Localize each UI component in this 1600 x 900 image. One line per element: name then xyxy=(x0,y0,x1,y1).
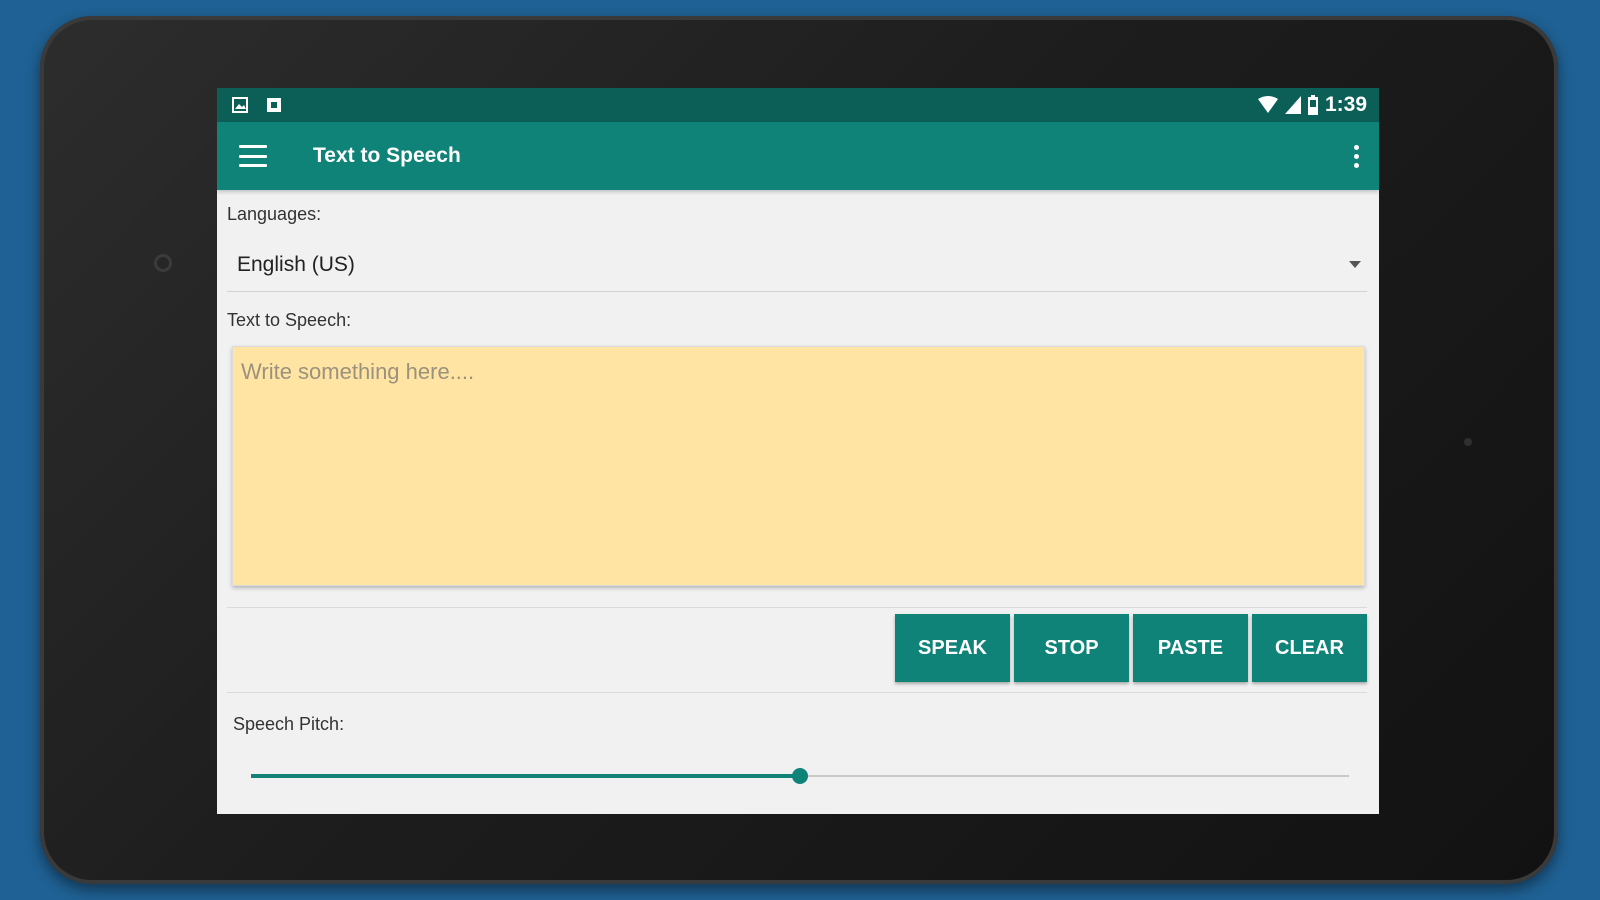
speech-pitch-slider[interactable] xyxy=(251,768,1349,784)
stop-button[interactable]: STOP xyxy=(1014,614,1129,682)
speak-button[interactable]: SPEAK xyxy=(895,614,1010,682)
device-screen: 1:39 Text to Speech Languages: English (… xyxy=(217,88,1379,814)
language-selected-value: English (US) xyxy=(237,252,355,276)
action-buttons: SPEAK STOP PASTE CLEAR xyxy=(895,614,1367,682)
dropdown-arrow-icon xyxy=(1349,261,1361,268)
speech-text-input[interactable] xyxy=(232,346,1365,586)
slider-thumb[interactable] xyxy=(792,768,808,784)
hamburger-menu-icon[interactable] xyxy=(239,145,267,167)
signal-icon xyxy=(1284,96,1301,114)
language-dropdown[interactable]: English (US) xyxy=(227,238,1367,292)
speech-pitch-label: Speech Pitch: xyxy=(233,714,345,734)
divider xyxy=(227,607,1367,608)
overflow-menu-icon[interactable] xyxy=(1351,144,1361,168)
image-notification-icon xyxy=(232,97,248,113)
languages-label: Languages: xyxy=(227,204,322,224)
app-title: Text to Speech xyxy=(313,144,461,167)
text-to-speech-label: Text to Speech: xyxy=(227,310,352,330)
download-notification-icon xyxy=(267,98,281,112)
divider xyxy=(227,692,1367,693)
wifi-icon xyxy=(1257,96,1278,113)
app-bar: Text to Speech xyxy=(217,122,1379,190)
status-time: 1:39 xyxy=(1324,93,1367,116)
battery-icon xyxy=(1307,95,1318,115)
paste-button[interactable]: PASTE xyxy=(1133,614,1248,682)
status-bar: 1:39 xyxy=(217,88,1379,122)
front-camera xyxy=(154,254,172,272)
clear-button[interactable]: CLEAR xyxy=(1252,614,1367,682)
side-sensor xyxy=(1464,438,1472,446)
slider-fill xyxy=(251,774,800,778)
